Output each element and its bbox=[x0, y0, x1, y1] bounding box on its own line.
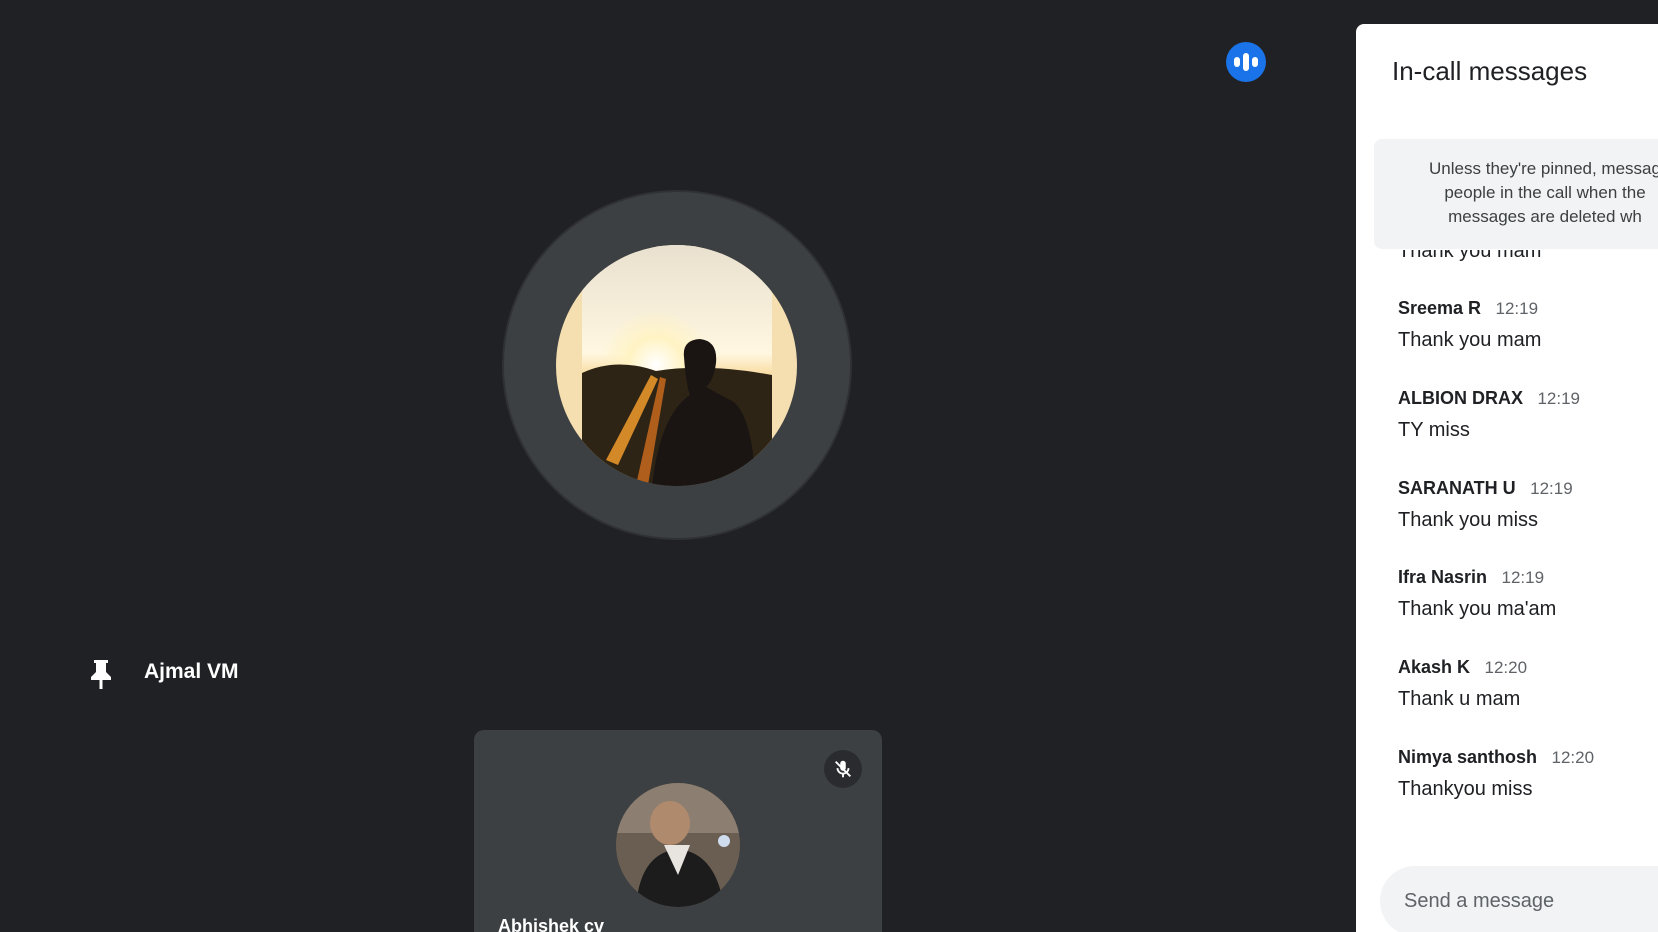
chat-notice-line: people in the call when the bbox=[1444, 183, 1646, 202]
message-list[interactable]: Thank you mam Sreema R 12:19 Thank you m… bbox=[1356, 250, 1658, 858]
message-sender: Ifra Nasrin bbox=[1398, 567, 1488, 587]
message-time: 12:19 bbox=[1501, 568, 1545, 587]
message-text: Thank you ma'am bbox=[1398, 598, 1557, 620]
message-item: Akash K 12:20 Thank u mam bbox=[1398, 657, 1658, 711]
mic-off-icon bbox=[824, 750, 862, 788]
message-text: Thankyou miss bbox=[1398, 778, 1533, 800]
main-participant-name: Ajmal VM bbox=[144, 660, 239, 683]
tile-participant-name: Abhishek cv bbox=[498, 916, 605, 932]
message-sender: Akash K bbox=[1398, 657, 1471, 677]
chat-notice-line: Unless they're pinned, messag bbox=[1429, 159, 1658, 178]
speaking-indicator-icon bbox=[1226, 42, 1266, 82]
message-sender: ALBION DRAX bbox=[1398, 388, 1523, 408]
message-text-clipped: Thank you mam bbox=[1398, 250, 1542, 262]
message-text: Thank you miss bbox=[1398, 509, 1539, 531]
tile-participant-avatar bbox=[616, 783, 740, 907]
message-text: TY miss bbox=[1398, 419, 1470, 441]
message-time: 12:19 bbox=[1495, 299, 1539, 318]
chat-notice: Unless they're pinned, messag people in … bbox=[1374, 139, 1658, 249]
message-item: Ifra Nasrin 12:19 Thank you ma'am bbox=[1398, 567, 1658, 621]
main-participant-avatar[interactable] bbox=[556, 245, 797, 486]
chat-panel-title: In-call messages bbox=[1392, 56, 1588, 86]
participant-tile[interactable]: Abhishek cv bbox=[474, 730, 882, 932]
message-text: Thank u mam bbox=[1398, 688, 1521, 710]
message-time: 12:20 bbox=[1551, 748, 1595, 767]
chat-notice-line: messages are deleted wh bbox=[1448, 207, 1642, 226]
message-item: Nimya santhosh 12:20 Thankyou miss bbox=[1398, 747, 1658, 801]
message-time: 12:20 bbox=[1484, 658, 1528, 677]
message-sender: Sreema R bbox=[1398, 298, 1482, 318]
meeting-stage: Ajmal VM Abhishek cv In-call messages Un… bbox=[0, 0, 1658, 932]
message-sender: Nimya santhosh bbox=[1398, 747, 1538, 767]
chat-panel: In-call messages Unless they're pinned, … bbox=[1356, 24, 1658, 932]
message-item: SARANATH U 12:19 Thank you miss bbox=[1398, 478, 1658, 532]
message-time: 12:19 bbox=[1530, 479, 1573, 498]
send-message-input[interactable]: Send a message bbox=[1380, 866, 1658, 932]
pin-icon[interactable] bbox=[88, 658, 114, 690]
message-text: Thank you mam bbox=[1398, 329, 1542, 351]
message-sender: SARANATH U bbox=[1398, 478, 1516, 498]
message-item: ALBION DRAX 12:19 TY miss bbox=[1398, 388, 1658, 442]
message-time: 12:19 bbox=[1537, 389, 1580, 408]
message-item: Sreema R 12:19 Thank you mam bbox=[1398, 298, 1658, 352]
